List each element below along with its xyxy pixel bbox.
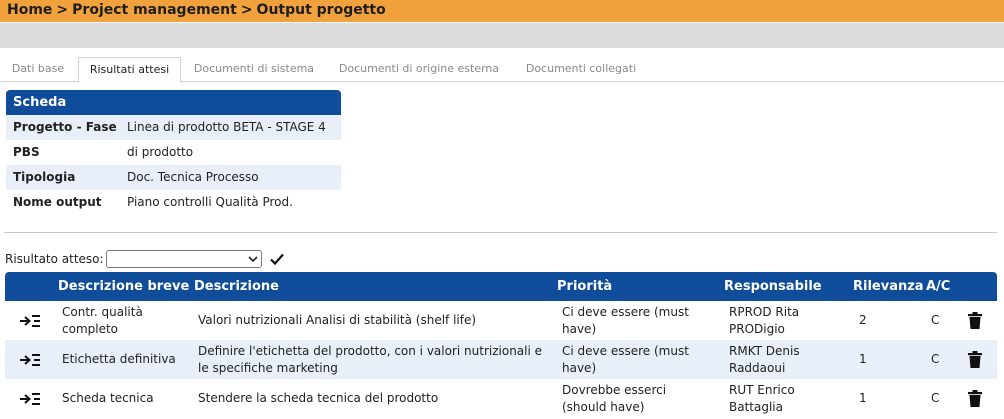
cell-ac: C xyxy=(931,313,940,327)
cell-ac: C xyxy=(931,391,940,405)
table-header: Descrizione breve Descrizione Priorità R… xyxy=(5,272,997,301)
scheda-label: Tipologia xyxy=(13,170,76,184)
scheda-label: Nome output xyxy=(13,195,102,209)
cell-descrizione-breve: Scheda tecnica xyxy=(62,391,154,405)
move-to-icon[interactable] xyxy=(19,379,41,418)
breadcrumb-separator: > xyxy=(240,2,253,18)
cell-descrizione: Valori nutrizionali Analisi di stabilità… xyxy=(198,313,477,327)
scheda-value: Piano controlli Qualità Prod. xyxy=(127,195,293,209)
cell-priorita: Ci deve essere (must have) xyxy=(562,304,689,336)
breadcrumb-separator: > xyxy=(56,2,69,18)
tab-bar: Dati base Risultati attesi Documenti di … xyxy=(0,57,1004,83)
column-header-ac[interactable]: A/C xyxy=(926,272,950,301)
scheda-value: di prodotto xyxy=(127,145,194,159)
cell-priorita: Dovrebbe esserci (should have) xyxy=(562,382,667,414)
tab-dati-base[interactable]: Dati base xyxy=(0,57,76,82)
scheda-panel: Scheda Progetto - Fase Linea di prodotto… xyxy=(6,90,341,215)
breadcrumb-section[interactable]: Project management xyxy=(72,2,237,18)
risultato-atteso-label: Risultato atteso: xyxy=(5,252,104,266)
column-header-priorita[interactable]: Priorità xyxy=(557,272,612,301)
scheda-title: Scheda xyxy=(6,90,341,115)
trash-icon[interactable] xyxy=(968,301,984,340)
checkmark-icon[interactable] xyxy=(268,250,286,268)
table-row: Contr. qualità completo Valori nutrizion… xyxy=(5,301,997,340)
cell-descrizione-breve: Etichetta definitiva xyxy=(62,352,176,366)
cell-ac: C xyxy=(931,352,940,366)
scheda-value: Doc. Tecnica Processo xyxy=(127,170,259,184)
top-bar: Home > Project management > Output progetto xyxy=(0,0,1004,22)
section-divider xyxy=(4,232,997,233)
cell-descrizione-breve: Contr. qualità completo xyxy=(62,304,143,336)
cell-responsabile: RPROD Rita PRODigio xyxy=(729,304,800,336)
trash-icon[interactable] xyxy=(968,379,984,418)
cell-priorita: Ci deve essere (must have) xyxy=(562,343,689,375)
move-to-icon[interactable] xyxy=(19,340,41,379)
cell-responsabile: RMKT Denis Raddaoui xyxy=(729,343,800,375)
scheda-row: Progetto - Fase Linea di prodotto BETA -… xyxy=(6,115,341,140)
scheda-label: Progetto - Fase xyxy=(13,120,117,134)
move-to-icon[interactable] xyxy=(19,301,41,340)
column-header-rilevanza[interactable]: Rilevanza xyxy=(853,272,924,301)
cell-rilevanza: 2 xyxy=(859,313,867,327)
cell-rilevanza: 1 xyxy=(859,352,867,366)
tab-risultati-attesi[interactable]: Risultati attesi xyxy=(78,57,181,83)
cell-rilevanza: 1 xyxy=(859,391,867,405)
chevron-down-icon xyxy=(248,252,258,269)
table-row: Scheda tecnica Stendere la scheda tecnic… xyxy=(5,379,997,418)
breadcrumb: Home > Project management > Output progetto xyxy=(7,2,386,18)
tab-documenti-sistema[interactable]: Documenti di sistema xyxy=(186,57,322,82)
table-row: Etichetta definitiva Definire l'etichett… xyxy=(5,340,997,379)
column-header-responsabile[interactable]: Responsabile xyxy=(724,272,822,301)
cell-descrizione: Definire l'etichetta del prodotto, con i… xyxy=(198,343,543,375)
risultato-atteso-select[interactable] xyxy=(105,250,262,269)
risultato-atteso-filter: Risultato atteso: xyxy=(5,249,286,269)
toolbar-strip xyxy=(0,23,1004,48)
cell-descrizione: Stendere la scheda tecnica del prodotto xyxy=(198,391,439,405)
column-header-descrizione-breve[interactable]: Descrizione breve xyxy=(58,272,189,301)
scheda-label: PBS xyxy=(13,145,40,159)
tab-documenti-collegati[interactable]: Documenti collegati xyxy=(517,57,645,82)
breadcrumb-current: Output progetto xyxy=(256,2,386,18)
trash-icon[interactable] xyxy=(968,340,984,379)
scheda-value: Linea di prodotto BETA - STAGE 4 xyxy=(127,120,326,134)
breadcrumb-home[interactable]: Home xyxy=(7,2,52,18)
column-header-descrizione[interactable]: Descrizione xyxy=(194,272,279,301)
tab-documenti-origine-esterna[interactable]: Documenti di origine esterna xyxy=(330,57,508,82)
risultati-table: Descrizione breve Descrizione Priorità R… xyxy=(5,272,997,418)
scheda-row: Tipologia Doc. Tecnica Processo xyxy=(6,165,341,190)
scheda-row: PBS di prodotto xyxy=(6,140,341,165)
scheda-row: Nome output Piano controlli Qualità Prod… xyxy=(6,190,341,215)
cell-responsabile: RUT Enrico Battaglia xyxy=(729,382,795,414)
